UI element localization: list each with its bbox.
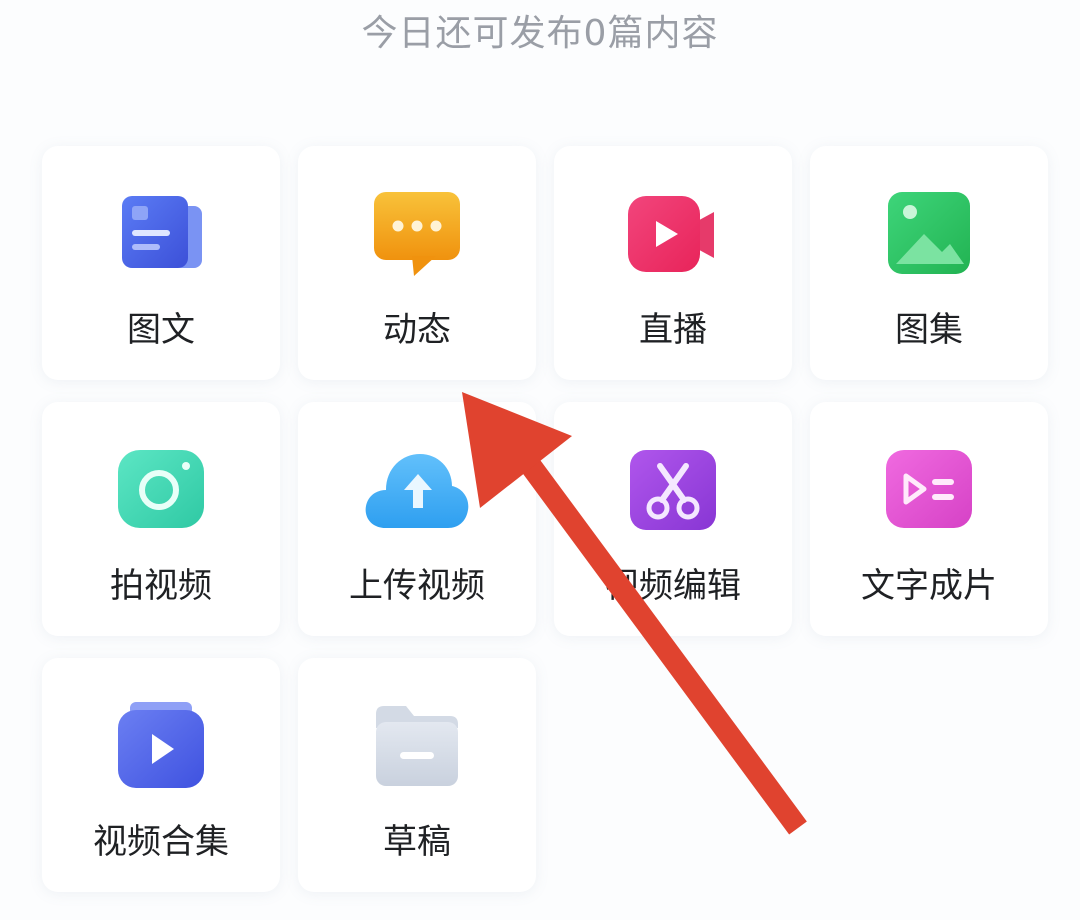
publish-option-upload-video[interactable]: 上传视频 <box>298 402 536 636</box>
publish-option-label: 图文 <box>127 310 195 350</box>
chat-bubble-icon <box>372 190 462 280</box>
publish-option-label: 草稿 <box>383 822 451 862</box>
publish-quota-text: 今日还可发布0篇内容 <box>361 13 719 54</box>
image-gallery-icon <box>884 190 974 280</box>
publish-option-gallery[interactable]: 图集 <box>810 146 1048 380</box>
publish-option-text-to-video[interactable]: 文字成片 <box>810 402 1048 636</box>
camera-icon <box>116 446 206 536</box>
publish-option-video-edit[interactable]: 视频编辑 <box>554 402 792 636</box>
publish-option-article[interactable]: 图文 <box>42 146 280 380</box>
publish-option-label: 动态 <box>383 310 451 350</box>
publish-option-label: 视频合集 <box>93 822 229 862</box>
publish-option-shoot-video[interactable]: 拍视频 <box>42 402 280 636</box>
publish-option-video-collection[interactable]: 视频合集 <box>42 658 280 892</box>
publish-option-label: 视频编辑 <box>605 566 741 606</box>
cloud-upload-icon <box>362 446 472 536</box>
drafts-folder-icon <box>372 702 462 792</box>
video-collection-icon <box>116 702 206 792</box>
scissors-icon <box>628 446 718 536</box>
publish-option-label: 直播 <box>639 310 707 350</box>
publish-option-drafts[interactable]: 草稿 <box>298 658 536 892</box>
live-camera-icon <box>628 190 718 280</box>
text-to-video-icon <box>884 446 974 536</box>
publish-option-label: 上传视频 <box>349 566 485 606</box>
publish-option-label: 拍视频 <box>110 566 212 606</box>
article-icon <box>116 190 206 280</box>
publish-option-moment[interactable]: 动态 <box>298 146 536 380</box>
publish-option-label: 图集 <box>895 310 963 350</box>
publish-option-label: 文字成片 <box>861 566 997 606</box>
publish-option-live[interactable]: 直播 <box>554 146 792 380</box>
